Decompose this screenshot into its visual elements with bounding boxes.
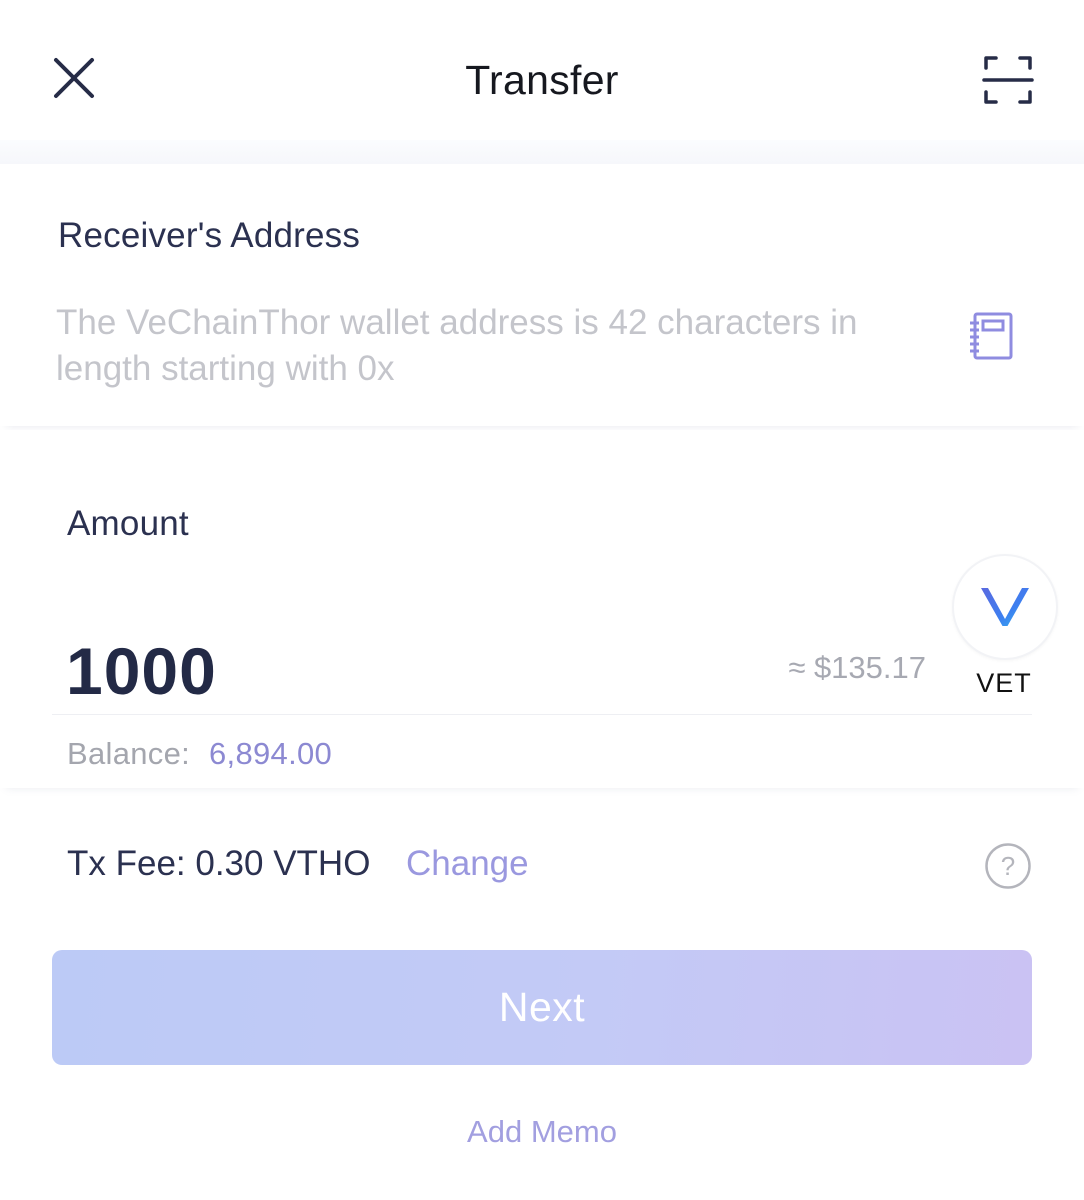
address-book-icon [970, 312, 1013, 360]
amount-section: Amount ≈ $135.17 VET Balance: 6,894.00 [0, 430, 1084, 788]
token-logo [952, 554, 1058, 660]
fee-help-button[interactable]: ? [984, 842, 1032, 890]
scan-icon [982, 56, 1034, 104]
address-book-button[interactable] [966, 310, 1016, 364]
change-fee-link[interactable]: Change [406, 844, 529, 884]
scan-button[interactable] [980, 52, 1036, 108]
fiat-estimate: ≈ $135.17 [788, 650, 926, 685]
amount-divider [52, 714, 1032, 715]
add-memo-link[interactable]: Add Memo [0, 1114, 1084, 1150]
receiver-address-input[interactable] [56, 300, 936, 400]
top-bar: Transfer [0, 0, 1084, 140]
token-selector-button[interactable]: VET [952, 554, 1058, 704]
page-title: Transfer [465, 57, 619, 103]
balance-value: 6,894.00 [209, 736, 333, 771]
receiver-address-label: Receiver's Address [58, 216, 361, 255]
vet-logo-icon [981, 588, 1029, 626]
amount-label: Amount [67, 504, 189, 543]
amount-input[interactable] [66, 626, 666, 716]
svg-text:?: ? [1001, 851, 1015, 881]
tx-fee-text: Tx Fee: 0.30 VTHO [67, 844, 371, 883]
help-icon: ? [985, 843, 1031, 889]
token-symbol: VET [976, 668, 1032, 698]
balance-label: Balance: [67, 736, 191, 771]
receiver-section: Receiver's Address [0, 164, 1084, 426]
header-divider [0, 140, 1084, 164]
next-button[interactable]: Next [52, 950, 1032, 1065]
